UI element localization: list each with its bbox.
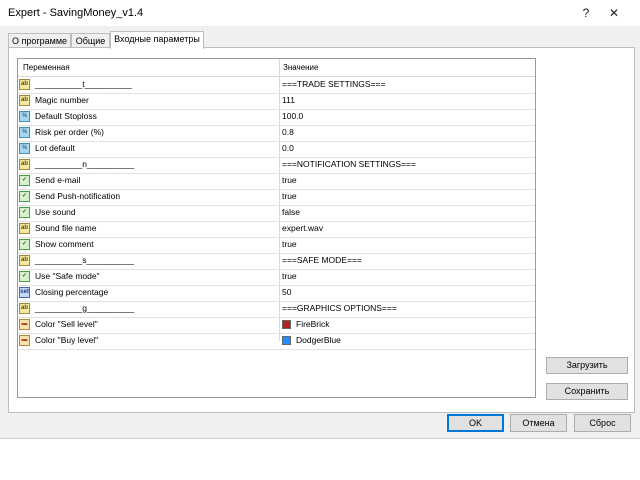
parameter-value[interactable]: true [282,191,297,201]
parameter-row[interactable]: ab __________g__________ ===GRAPHICS OPTIO… [18,301,535,318]
set-type-icon: set [19,287,30,298]
parameter-row[interactable]: ✓ Use "Safe mode" true [18,269,535,286]
window-title: Expert - SavingMoney_v1.4 [8,7,144,19]
parameter-value[interactable]: 111 [282,95,295,105]
parameter-name: Closing percentage [35,287,109,297]
v2-type-icon: ½ [19,127,30,138]
parameter-value[interactable]: ===GRAPHICS OPTIONS=== [282,303,397,313]
grid-header: Переменная Значение [18,59,535,77]
parameter-value[interactable]: 50 [282,287,291,297]
color-swatch[interactable] [282,336,291,345]
ab-type-icon: ab [19,159,30,170]
parameter-row[interactable]: ab __________n__________ ===NOTIFICATION S… [18,157,535,174]
parameter-row[interactable]: set Closing percentage 50 [18,285,535,302]
close-button[interactable]: ✕ [600,3,628,23]
parameter-name: Show comment [35,239,94,249]
parameter-name: Color "Sell level" [35,319,98,329]
ab-type-icon: ab [19,79,30,90]
parameter-row[interactable]: ab Sound file name expert.wav [18,221,535,238]
col-type-icon: ▬ [19,319,30,330]
load-button[interactable]: Загрузить [546,357,628,374]
column-header-variable[interactable]: Переменная [23,63,70,72]
tab-input-parameters[interactable]: Входные параметры [110,31,204,49]
parameter-row[interactable]: ½ Risk per order (%) 0.8 [18,125,535,142]
ab-type-icon: ab [19,303,30,314]
bool-type-icon: ✓ [19,175,30,186]
title-bar: Expert - SavingMoney_v1.4 ? ✕ [0,0,640,26]
parameter-name: Default Stoploss [35,111,97,121]
parameter-value[interactable]: FireBrick [296,319,330,329]
parameter-name: __________s__________ [35,255,134,265]
bool-type-icon: ✓ [19,191,30,202]
parameter-name: Send e-mail [35,175,81,185]
parameter-row[interactable]: ½ Lot default 0.0 [18,141,535,158]
parameter-name: Send Push-notification [35,191,121,201]
help-button[interactable]: ? [572,3,600,23]
parameter-name: __________g__________ [35,303,135,313]
parameter-row[interactable]: ✓ Send Push-notification true [18,189,535,206]
parameter-value[interactable]: 0.8 [282,127,294,137]
cancel-button[interactable]: Отмена [510,414,567,432]
parameter-value[interactable]: expert.wav [282,223,323,233]
parameter-row[interactable]: ▬ Color "Sell level" FireBrick [18,317,535,334]
parameter-row[interactable]: ✓ Send e-mail true [18,173,535,190]
bool-type-icon: ✓ [19,207,30,218]
parameter-row[interactable]: ✓ Use sound false [18,205,535,222]
parameter-row[interactable]: ab Magic number 111 [18,93,535,110]
expert-properties-dialog: Expert - SavingMoney_v1.4 ? ✕ О программ… [0,0,640,439]
bool-type-icon: ✓ [19,239,30,250]
bool-type-icon: ✓ [19,271,30,282]
parameter-value[interactable]: true [282,271,297,281]
parameter-name: __________n__________ [35,159,135,169]
parameter-value[interactable]: DodgerBlue [296,335,341,345]
parameter-name: Use sound [35,207,76,217]
reset-button[interactable]: Сброс [574,414,631,432]
ab-type-icon: ab [19,255,30,266]
v2-type-icon: ½ [19,143,30,154]
parameter-name: Use "Safe mode" [35,271,100,281]
col-type-icon: ▬ [19,335,30,346]
column-header-value[interactable]: Значение [283,63,318,72]
parameter-row[interactable]: ✓ Show comment true [18,237,535,254]
parameter-value[interactable]: 100.0 [282,111,303,121]
parameter-row[interactable]: ab __________s__________ ===SAFE MODE=== [18,253,535,270]
parameter-name: Lot default [35,143,75,153]
parameter-row[interactable]: ▬ Color "Buy level" DodgerBlue [18,333,535,350]
ab-type-icon: ab [19,95,30,106]
parameter-value[interactable]: ===TRADE SETTINGS=== [282,79,385,89]
input-parameters-panel: Переменная Значение ab __________t_______… [8,47,635,413]
parameter-value[interactable]: true [282,175,297,185]
parameters-grid[interactable]: Переменная Значение ab __________t_______… [17,58,536,398]
color-swatch[interactable] [282,320,291,329]
parameter-row[interactable]: ab __________t__________ ===TRADE SETTINGS… [18,77,535,94]
parameter-name: Sound file name [35,223,97,233]
parameter-name: Risk per order (%) [35,127,104,137]
parameter-name: Color "Buy level" [35,335,99,345]
parameter-row[interactable]: ½ Default Stoploss 100.0 [18,109,535,126]
ab-type-icon: ab [19,223,30,234]
save-button[interactable]: Сохранить [546,383,628,400]
parameter-value[interactable]: false [282,207,300,217]
parameter-name: __________t__________ [35,79,132,89]
v2-type-icon: ½ [19,111,30,122]
parameter-value[interactable]: ===SAFE MODE=== [282,255,362,265]
parameter-value[interactable]: 0.0 [282,143,294,153]
parameter-value[interactable]: ===NOTIFICATION SETTINGS=== [282,159,416,169]
ok-button[interactable]: OK [447,414,504,432]
parameter-name: Magic number [35,95,89,105]
parameter-value[interactable]: true [282,239,297,249]
